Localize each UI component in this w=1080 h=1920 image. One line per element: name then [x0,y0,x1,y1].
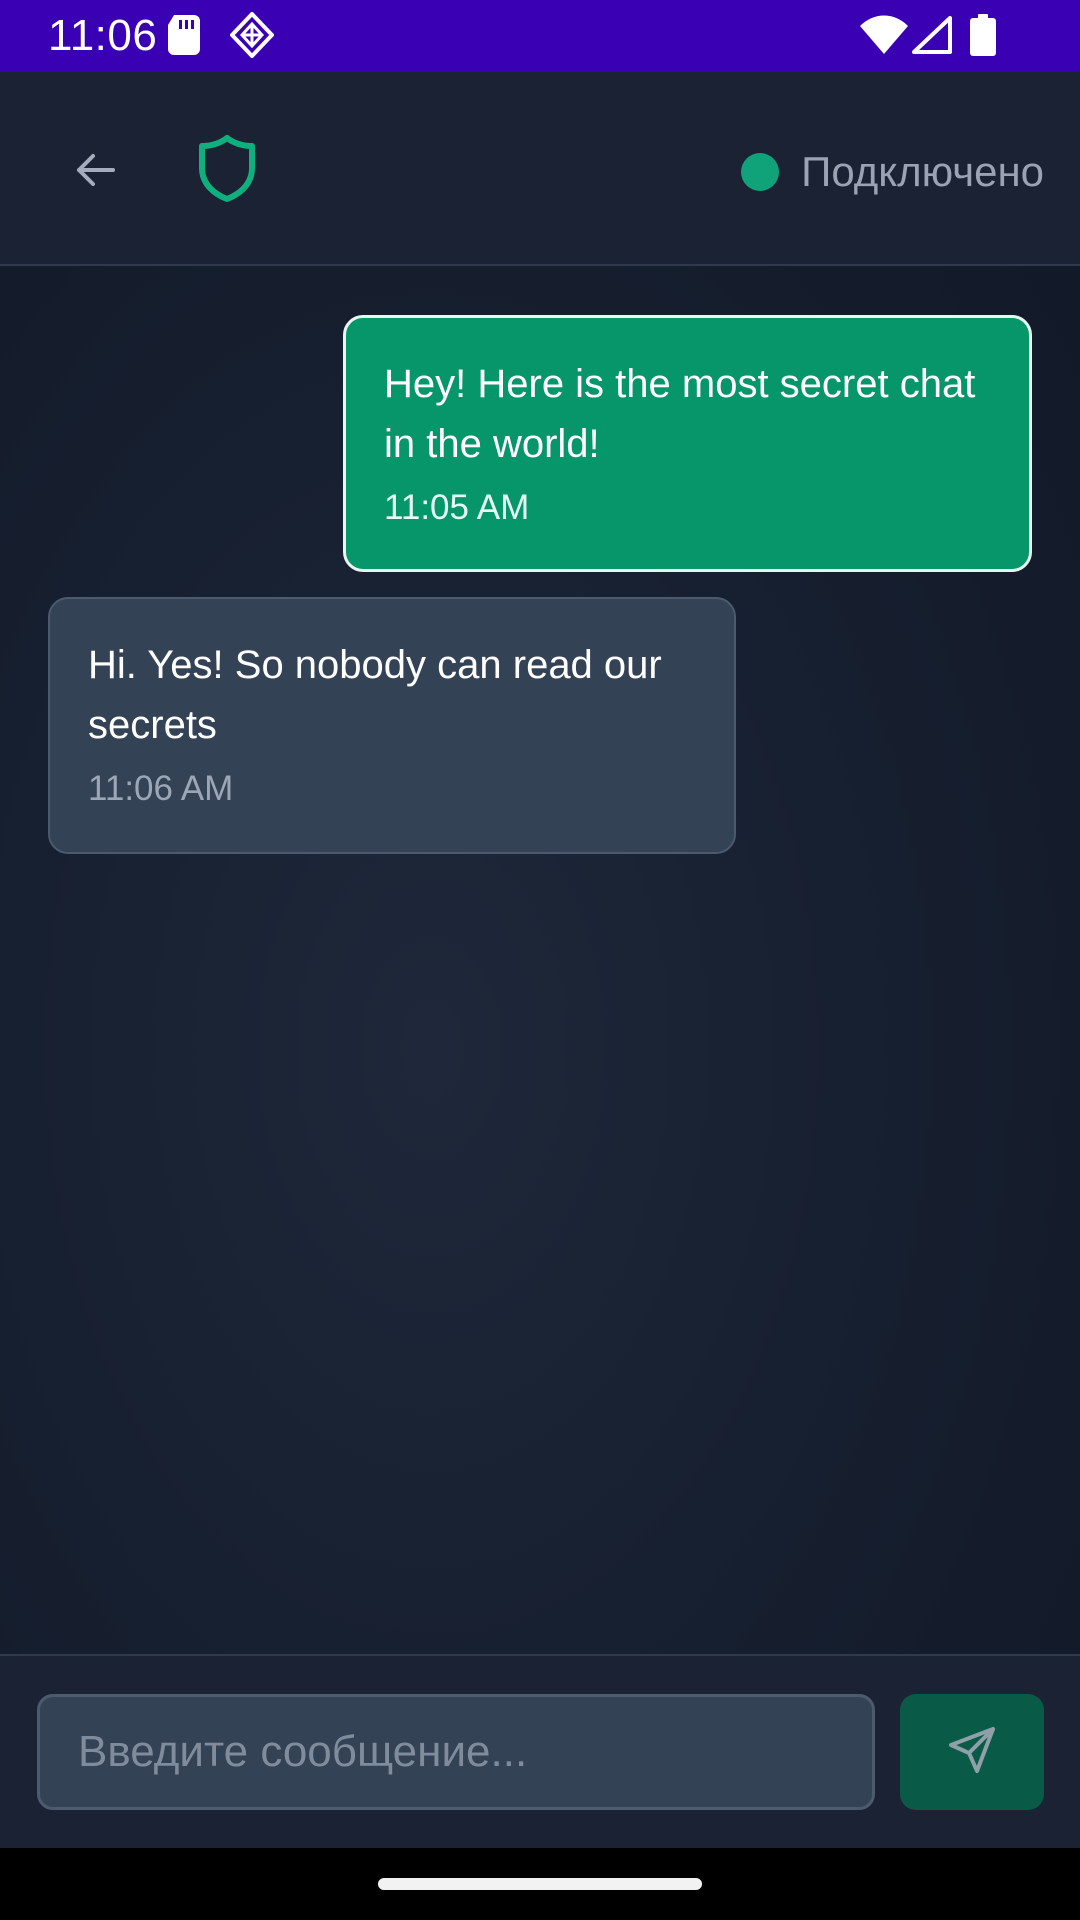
send-icon [947,1725,997,1780]
back-arrow-icon [75,153,115,192]
chat-header: Подключено [0,72,1080,266]
message-text: Hey! Here is the most secret chat in the… [384,362,976,466]
status-bar: 11:06 [0,0,1080,72]
message-bubble-outgoing[interactable]: Hey! Here is the most secret chat in the… [343,315,1032,572]
home-gesture-handle[interactable] [378,1878,702,1890]
wifi-icon [860,14,908,59]
message-text: Hi. Yes! So nobody can read our secrets [88,643,662,747]
send-button[interactable] [900,1694,1044,1810]
chat-screen: Подключено Hey! Here is the most secret … [0,72,1080,1850]
message-composer [0,1654,1080,1850]
status-indicator-dot [741,153,780,191]
app-notification-icon [229,11,275,63]
message-time: 11:06 AM [88,769,234,808]
shield-icon [198,134,256,207]
message-input[interactable] [37,1694,875,1810]
sd-card-icon [168,15,200,60]
system-navigation-bar [0,1848,1080,1920]
battery-icon [970,14,996,61]
message-time: 11:05 AM [384,488,530,527]
cell-signal-icon [912,16,952,59]
connection-status: Подключено [741,146,1044,198]
back-button[interactable] [62,144,128,200]
message-bubble-incoming[interactable]: Hi. Yes! So nobody can read our secrets … [48,597,736,854]
connection-status-label: Подключено [801,148,1044,195]
status-time: 11:06 [48,11,158,60]
phone-screen: 11:06 Подключено Hey! Here is the most s… [0,0,1080,1920]
